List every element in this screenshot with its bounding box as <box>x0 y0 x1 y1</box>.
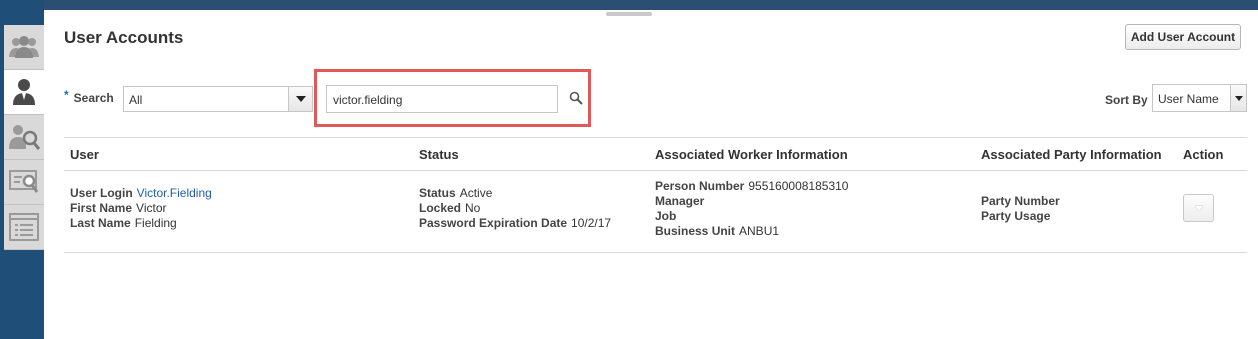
password-expiration-label: Password Expiration Date <box>419 216 568 230</box>
column-header-user: User <box>70 147 99 162</box>
party-cell: Party Number Party Usage <box>981 194 1064 224</box>
chevron-down-icon <box>1194 205 1203 211</box>
person-number-label: Person Number <box>655 179 745 193</box>
locked-label: Locked <box>419 201 462 215</box>
status-label: Status <box>419 186 456 200</box>
status-cell: Status Active Locked No Password Expiratio… <box>419 186 611 231</box>
column-header-party: Associated Party Information <box>981 147 1162 162</box>
search-label: * Search <box>64 88 114 105</box>
party-usage-label: Party Usage <box>981 209 1051 223</box>
divider <box>64 170 1247 171</box>
search-scope-select[interactable]: All <box>123 86 313 112</box>
add-user-account-button[interactable]: Add User Account <box>1125 24 1241 50</box>
search-input[interactable]: victor.fielding <box>326 85 558 113</box>
page-title: User Accounts <box>64 28 184 47</box>
rail-item-card-search[interactable] <box>4 160 44 205</box>
last-name-label: Last Name <box>70 216 131 230</box>
last-name-value: Fielding <box>134 216 177 230</box>
party-number-label: Party Number <box>981 194 1060 208</box>
business-unit-label: Business Unit <box>655 224 736 238</box>
manager-label: Manager <box>655 194 705 208</box>
divider <box>64 137 1247 138</box>
person-number-value: 955160008185310 <box>748 179 849 193</box>
sort-by-dropdown-button[interactable] <box>1230 85 1246 111</box>
column-header-worker: Associated Worker Information <box>655 147 848 162</box>
status-value: Active <box>459 186 493 200</box>
column-header-status: Status <box>419 147 459 162</box>
search-icon[interactable] <box>569 91 583 105</box>
left-rail <box>0 0 44 339</box>
password-expiration-value: 10/2/17 <box>571 216 612 230</box>
card-search-icon <box>9 170 39 193</box>
column-header-action: Action <box>1183 147 1224 162</box>
search-scope-value: All <box>129 93 143 107</box>
chevron-down-icon <box>295 96 306 102</box>
main-panel: User Accounts Add User Account * Search A… <box>44 10 1258 339</box>
job-label: Job <box>655 209 677 223</box>
user-cell: User Login Victor.Fielding First Name Vict… <box>70 186 212 231</box>
users-group-icon <box>9 36 39 58</box>
resize-grip[interactable] <box>606 12 652 16</box>
sort-by-select[interactable]: User Name <box>1152 84 1247 112</box>
sort-by-value: User Name <box>1158 92 1219 106</box>
locked-value: No <box>465 201 481 215</box>
worker-cell: Person Number 955160008185310 Manager Job… <box>655 179 848 239</box>
business-unit-value: ANBU1 <box>739 224 780 238</box>
search-label-text: Search <box>73 91 114 105</box>
list-icon <box>9 213 39 241</box>
first-name-value: Victor <box>136 201 167 215</box>
row-action-menu-button[interactable] <box>1183 194 1214 222</box>
first-name-label: First Name <box>70 201 133 215</box>
user-icon <box>13 79 35 105</box>
top-bar <box>0 0 1258 10</box>
rail-item-users[interactable] <box>4 25 44 70</box>
sort-by-label: Sort By <box>1105 93 1148 107</box>
rail-item-user[interactable] <box>4 70 44 115</box>
user-login-label: User Login <box>70 186 133 200</box>
rail-item-user-search[interactable] <box>4 115 44 160</box>
user-search-icon <box>9 125 40 150</box>
rail-item-list[interactable] <box>4 205 44 250</box>
chevron-down-icon <box>1234 95 1243 101</box>
search-scope-dropdown-button[interactable] <box>288 87 312 111</box>
required-marker: * <box>64 88 69 102</box>
user-login-link[interactable]: Victor.Fielding <box>137 186 212 200</box>
divider <box>64 252 1247 253</box>
